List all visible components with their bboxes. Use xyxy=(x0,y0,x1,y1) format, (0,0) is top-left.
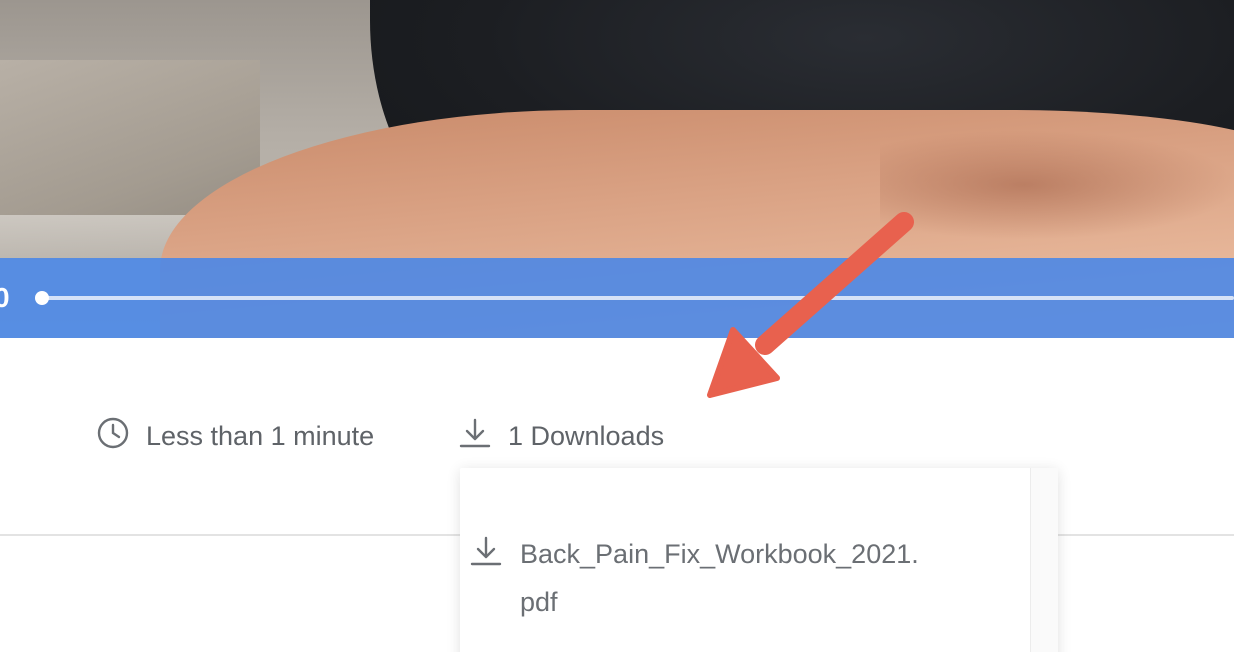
download-file-name[interactable]: Back_Pain_Fix_Workbook_2021.pdf xyxy=(520,530,920,626)
clock-icon xyxy=(96,416,130,457)
download-icon xyxy=(458,416,492,457)
video-frame-shadow xyxy=(880,130,1234,240)
download-icon[interactable] xyxy=(470,534,502,573)
player-progress-bar[interactable] xyxy=(42,296,1234,300)
player-progress-handle[interactable] xyxy=(35,291,49,305)
lesson-page: 0 Less than 1 minute 1 Downloads Back_Pa… xyxy=(0,0,1234,652)
duration-text: Less than 1 minute xyxy=(146,420,375,451)
downloads-count-text: 1 Downloads xyxy=(508,420,665,451)
downloads-dropdown-scrollbar[interactable] xyxy=(1030,468,1058,652)
player-time-label: 0 xyxy=(0,282,10,313)
downloads-dropdown: Back_Pain_Fix_Workbook_2021.pdf xyxy=(460,468,1058,652)
downloads-toggle[interactable]: 1 Downloads xyxy=(458,416,664,456)
duration-info: Less than 1 minute xyxy=(96,416,374,456)
